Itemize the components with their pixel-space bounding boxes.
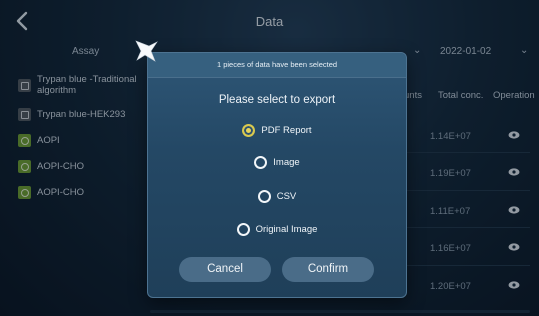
- export-dialog: 1 pieces of data have been selected Plea…: [147, 52, 407, 298]
- confirm-button[interactable]: Confirm: [282, 257, 374, 282]
- option-csv[interactable]: CSV: [148, 188, 406, 204]
- dialog-header: 1 pieces of data have been selected: [148, 53, 406, 78]
- cancel-button[interactable]: Cancel: [179, 257, 271, 282]
- dialog-title: Please select to export: [218, 94, 336, 106]
- option-label: CSV: [276, 190, 297, 202]
- option-image[interactable]: Image: [148, 154, 406, 170]
- option-original-image[interactable]: Original Image: [148, 221, 406, 237]
- option-label: Original Image: [255, 223, 318, 235]
- app-screen: Data Assay ⌄ 2022-01-02 ⌄ Trypan blue -T…: [0, 0, 539, 316]
- radio-icon[interactable]: [254, 155, 268, 169]
- radio-icon[interactable]: [236, 222, 250, 236]
- option-label: PDF Report: [261, 124, 312, 136]
- radio-icon[interactable]: [257, 189, 271, 203]
- radio-selected-icon[interactable]: [242, 123, 256, 137]
- option-label: Image: [273, 156, 300, 168]
- touch-pointer-icon: [135, 40, 158, 62]
- option-pdf-report[interactable]: PDF Report: [148, 122, 406, 138]
